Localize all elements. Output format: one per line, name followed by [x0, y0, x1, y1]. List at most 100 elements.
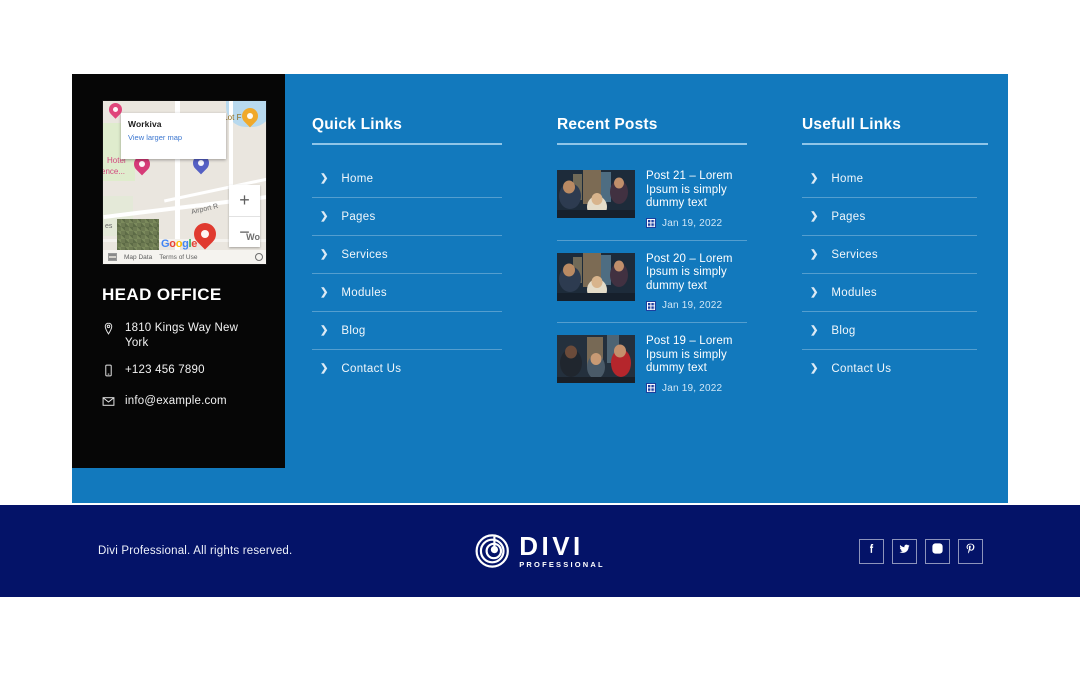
- contact-address-row: 1810 Kings Way New York: [102, 321, 263, 351]
- useful-item-pages[interactable]: ❯ Pages: [802, 198, 977, 236]
- post-title[interactable]: Post 20 – Lorem Ipsum is simply dummy te…: [646, 253, 747, 294]
- post-title[interactable]: Post 19 – Lorem Ipsum is simply dummy te…: [646, 335, 747, 376]
- post-thumbnail[interactable]: [557, 335, 635, 383]
- google-watermark: Google: [161, 238, 198, 250]
- list-item[interactable]: Post 20 – Lorem Ipsum is simply dummy te…: [557, 241, 747, 323]
- sidebar-item-home[interactable]: ❯ Home: [312, 160, 502, 198]
- link-label: Modules: [341, 287, 387, 299]
- post-body: Post 19 – Lorem Ipsum is simply dummy te…: [646, 335, 747, 394]
- post-date: Jan 19, 2022: [662, 300, 723, 311]
- footer-page: Hotel ence... s Lot F Airport R es Worki…: [0, 0, 1080, 675]
- chevron-right-icon: ❯: [810, 325, 819, 336]
- map-view-larger-link[interactable]: View larger map: [128, 133, 219, 143]
- twitter-button[interactable]: [892, 538, 917, 564]
- link-label: Pages: [831, 211, 866, 223]
- google-map-embed[interactable]: Hotel ence... s Lot F Airport R es Worki…: [102, 100, 267, 265]
- bottom-bar: Divi Professional. All rights reserved. …: [0, 505, 1080, 597]
- contact-panel: Hotel ence... s Lot F Airport R es Worki…: [72, 74, 285, 468]
- link-label: Blog: [831, 325, 856, 337]
- link-label: Contact Us: [341, 363, 402, 375]
- useful-links-title: Usefull Links: [802, 116, 902, 133]
- post-thumbnail[interactable]: [557, 170, 635, 218]
- chevron-right-icon: ❯: [320, 287, 329, 298]
- twitter-icon: [898, 542, 911, 560]
- chevron-right-icon: ❯: [810, 363, 819, 374]
- location-icon: [102, 322, 115, 340]
- map-pin-icon[interactable]: [134, 156, 150, 176]
- useful-item-home[interactable]: ❯ Home: [802, 160, 977, 198]
- map-info-title: Workiva: [128, 119, 162, 129]
- recent-posts-underline: [557, 143, 747, 145]
- calendar-icon: [646, 383, 656, 393]
- contact-email-row: info@example.com: [102, 394, 263, 413]
- calendar-icon: [646, 218, 656, 228]
- quick-links-column: Quick Links ❯ Home ❯ Pages ❯ Services ❯ …: [285, 116, 530, 503]
- map-info-card[interactable]: Workiva View larger map: [121, 113, 226, 159]
- map-zoom-in-button[interactable]: +: [229, 185, 260, 217]
- footer-columns: Quick Links ❯ Home ❯ Pages ❯ Services ❯ …: [285, 74, 1008, 503]
- contact-phone-row: +123 456 7890: [102, 363, 263, 382]
- map-footer-bar: Map Data Terms of Use: [103, 250, 266, 264]
- useful-item-modules[interactable]: ❯ Modules: [802, 274, 977, 312]
- map-pin-icon[interactable]: [242, 108, 258, 128]
- useful-links-column: Usefull Links ❯ Home ❯ Pages ❯ Services: [775, 116, 1005, 503]
- post-date: Jan 19, 2022: [662, 217, 723, 229]
- useful-item-services[interactable]: ❯ Services: [802, 236, 977, 274]
- post-thumbnail[interactable]: [557, 252, 635, 301]
- recent-posts-column: Recent Posts Post 21 – Lorem Ipsum is si…: [530, 116, 775, 503]
- footer-main-area: Hotel ence... s Lot F Airport R es Worki…: [72, 74, 1008, 503]
- post-title[interactable]: Post 21 – Lorem Ipsum is simply dummy te…: [646, 170, 747, 211]
- chevron-right-icon: ❯: [810, 287, 819, 298]
- brand-name: DIVI: [519, 531, 584, 562]
- link-label: Contact Us: [831, 363, 892, 375]
- phone-icon: [102, 364, 115, 382]
- social-links: [859, 538, 983, 564]
- recent-posts-list: Post 21 – Lorem Ipsum is simply dummy te…: [557, 158, 747, 405]
- brand-logo[interactable]: DIVI PROFESSIONAL: [475, 533, 605, 569]
- post-meta: Jan 19, 2022: [646, 300, 747, 311]
- post-body: Post 21 – Lorem Ipsum is simply dummy te…: [646, 170, 747, 229]
- instagram-icon: [931, 542, 944, 560]
- list-item[interactable]: Post 19 – Lorem Ipsum is simply dummy te…: [557, 323, 747, 405]
- useful-item-contact-us[interactable]: ❯ Contact Us: [802, 350, 977, 387]
- map-settings-icon[interactable]: [255, 253, 263, 261]
- list-item[interactable]: Post 21 – Lorem Ipsum is simply dummy te…: [557, 158, 747, 241]
- pinterest-button[interactable]: [958, 538, 983, 564]
- link-label: Blog: [341, 325, 366, 337]
- contact-email-text: info@example.com: [125, 395, 227, 407]
- contact-phone-text: +123 456 7890: [125, 364, 205, 376]
- chevron-right-icon: ❯: [320, 211, 329, 222]
- chevron-right-icon: ❯: [810, 249, 819, 260]
- brand-subtitle: PROFESSIONAL: [519, 560, 605, 570]
- chevron-right-icon: ❯: [810, 173, 819, 184]
- chevron-right-icon: ❯: [320, 173, 329, 184]
- divi-spiral-icon: [475, 534, 509, 568]
- post-body: Post 20 – Lorem Ipsum is simply dummy te…: [646, 253, 747, 311]
- map-data-label: Map Data: [124, 253, 153, 261]
- chevron-right-icon: ❯: [810, 211, 819, 222]
- sidebar-item-pages[interactable]: ❯ Pages: [312, 198, 502, 236]
- post-meta: Jan 19, 2022: [646, 218, 747, 229]
- map-main-pin-icon[interactable]: [194, 223, 216, 250]
- facebook-button[interactable]: [859, 538, 884, 564]
- instagram-button[interactable]: [925, 538, 950, 564]
- link-label: Services: [831, 249, 878, 261]
- pinterest-icon: [964, 542, 977, 560]
- post-meta: Jan 19, 2022: [646, 383, 747, 394]
- chevron-right-icon: ❯: [320, 363, 329, 374]
- chevron-right-icon: ❯: [320, 249, 329, 260]
- link-label: Home: [831, 173, 864, 185]
- sidebar-item-modules[interactable]: ❯ Modules: [312, 274, 502, 312]
- sidebar-item-services[interactable]: ❯ Services: [312, 236, 502, 274]
- useful-links-list: ❯ Home ❯ Pages ❯ Services ❯ Modules ❯ Bl…: [802, 160, 977, 387]
- sidebar-item-contact-us[interactable]: ❯ Contact Us: [312, 350, 502, 387]
- map-terms-link[interactable]: Terms of Use: [159, 254, 197, 261]
- map-keyboard-icon: [108, 253, 117, 261]
- link-label: Modules: [831, 287, 877, 299]
- useful-item-blog[interactable]: ❯ Blog: [802, 312, 977, 350]
- contact-details-list: 1810 Kings Way New York +123 456 7890 in…: [102, 321, 263, 413]
- link-label: Home: [341, 173, 374, 185]
- brand-text: DIVI PROFESSIONAL: [519, 533, 605, 569]
- sidebar-item-blog[interactable]: ❯ Blog: [312, 312, 502, 350]
- useful-links-underline: [802, 143, 988, 145]
